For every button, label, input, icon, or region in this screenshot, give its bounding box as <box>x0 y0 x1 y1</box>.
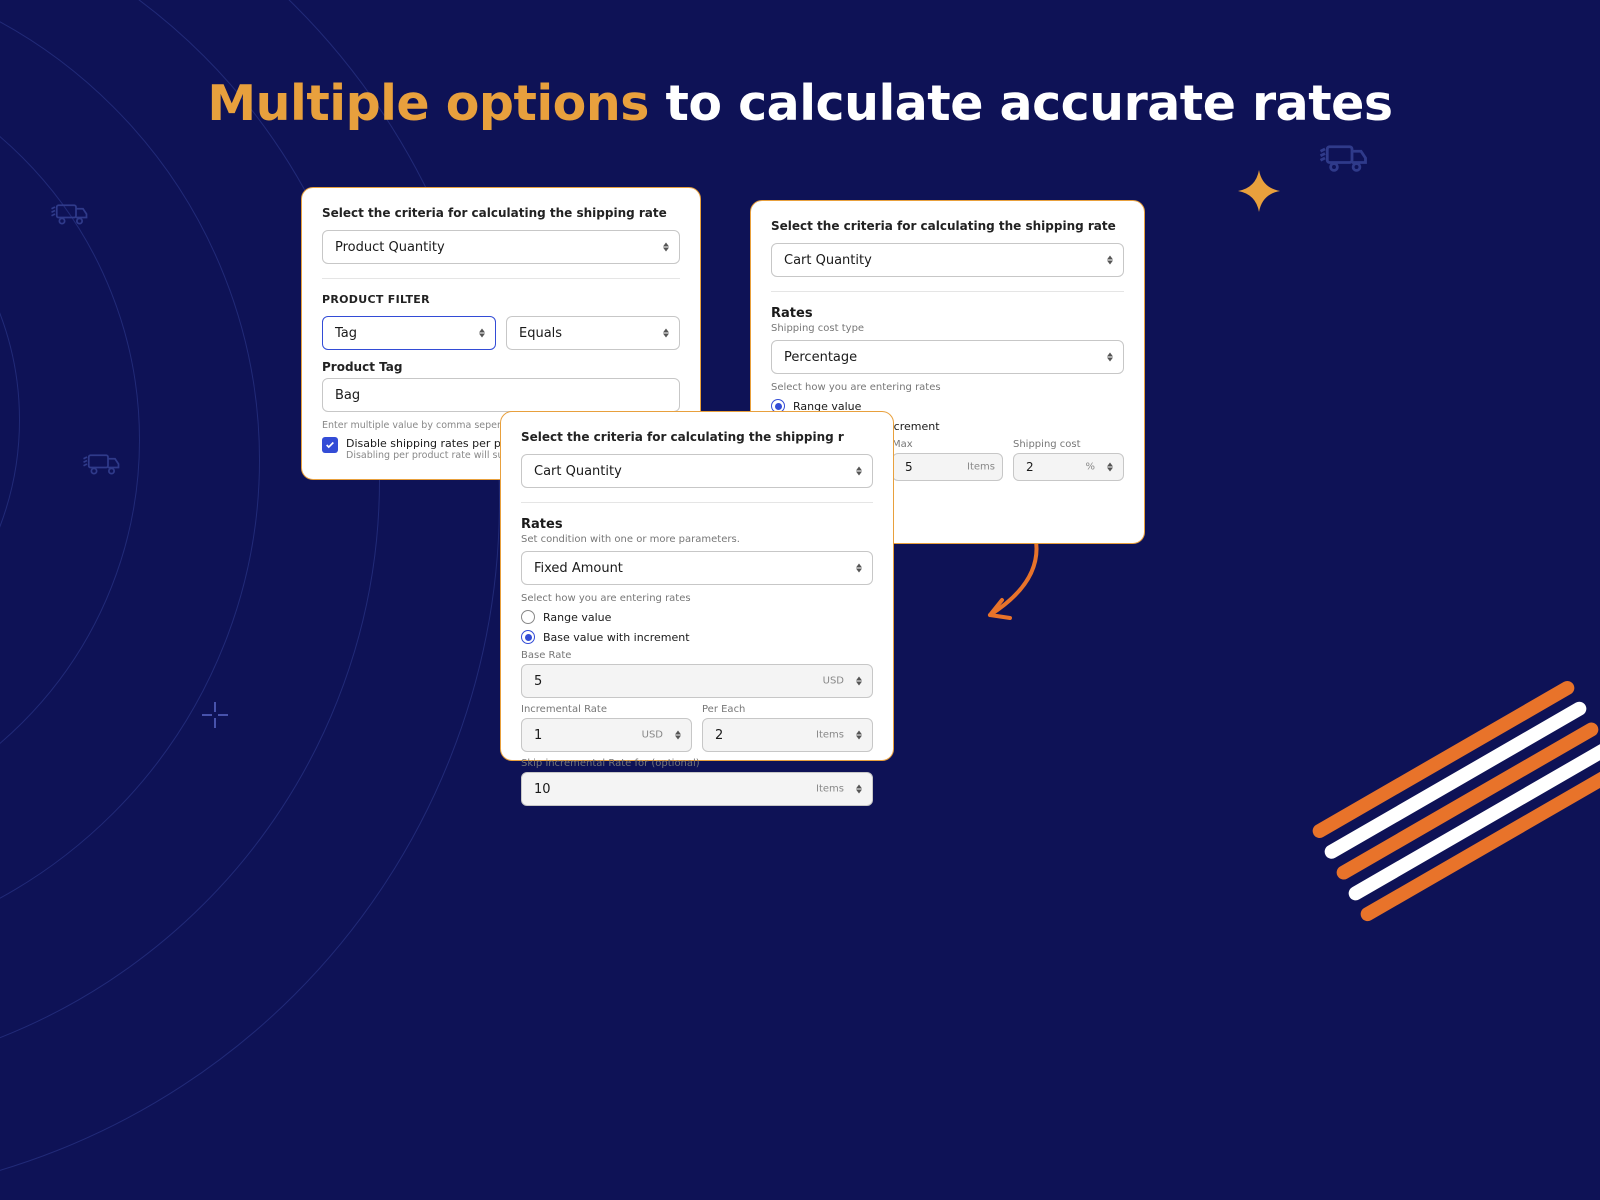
rates-header: Rates <box>521 517 873 532</box>
chevron-icon <box>856 467 862 476</box>
criteria-label: Select the criteria for calculating the … <box>521 430 873 444</box>
sparkle-icon <box>1238 170 1280 212</box>
chevron-icon <box>479 329 485 338</box>
radio-icon <box>521 610 535 624</box>
per-each-input[interactable]: 2Items <box>702 718 873 752</box>
inc-rate-input[interactable]: 1USD <box>521 718 692 752</box>
chevron-icon <box>663 329 669 338</box>
truck-icon <box>80 450 122 478</box>
filter-op-select[interactable]: Equals <box>506 316 680 350</box>
chevron-icon <box>1107 353 1113 362</box>
page-headline: Multiple options to calculate accurate r… <box>0 75 1600 132</box>
arrow-icon <box>970 530 1050 630</box>
skip-label: Skip incremental Rate for (optional) <box>521 758 873 769</box>
chevron-icon <box>856 564 862 573</box>
divider <box>521 502 873 503</box>
skip-input[interactable]: 10Items <box>521 772 873 806</box>
radio-icon <box>521 630 535 644</box>
divider <box>771 291 1124 292</box>
criteria-select[interactable]: Product Quantity <box>322 230 680 264</box>
chevron-icon <box>663 243 669 252</box>
tag-label: Product Tag <box>322 360 680 374</box>
divider <box>322 278 680 279</box>
entry-hint: Select how you are entering rates <box>771 382 1124 393</box>
card-base-increment: Select the criteria for calculating the … <box>500 411 894 761</box>
max-label: Max <box>892 439 1003 450</box>
max-input[interactable]: 5Items <box>892 453 1003 481</box>
rates-hint: Set condition with one or more parameter… <box>521 534 873 545</box>
truck-icon <box>48 200 90 228</box>
radio-range[interactable]: Range value <box>521 610 873 624</box>
headline-accent: Multiple options <box>207 75 649 132</box>
criteria-select[interactable]: Cart Quantity <box>771 243 1124 277</box>
rates-header: Rates <box>771 306 1124 321</box>
radio-base[interactable]: Base value with increment <box>521 630 873 644</box>
filter-attr-select[interactable]: Tag <box>322 316 496 350</box>
chevron-icon <box>856 785 862 794</box>
cost-type-select[interactable]: Fixed Amount <box>521 551 873 585</box>
entry-hint: Select how you are entering rates <box>521 593 873 604</box>
base-label: Base Rate <box>521 650 873 661</box>
chevron-icon <box>856 677 862 686</box>
sc-input[interactable]: 2% <box>1013 453 1124 481</box>
criteria-label: Select the criteria for calculating the … <box>322 206 680 220</box>
headline-rest: to calculate accurate rates <box>649 75 1393 132</box>
cost-type-select[interactable]: Percentage <box>771 340 1124 374</box>
criteria-select[interactable]: Cart Quantity <box>521 454 873 488</box>
chevron-icon <box>675 731 681 740</box>
criteria-label: Select the criteria for calculating the … <box>771 219 1124 233</box>
inc-label: Incremental Rate <box>521 704 692 715</box>
truck-icon <box>1316 140 1370 176</box>
filter-header: PRODUCT FILTER <box>322 293 680 306</box>
disable-checkbox[interactable] <box>322 437 338 453</box>
sc-label: Shipping cost <box>1013 439 1124 450</box>
decor-stripes <box>1310 678 1600 1001</box>
base-rate-input[interactable]: 5USD <box>521 664 873 698</box>
chevron-icon <box>856 731 862 740</box>
cost-hint: Shipping cost type <box>771 323 1124 334</box>
chevron-icon <box>1107 256 1113 265</box>
chevron-icon <box>1107 463 1113 472</box>
per-label: Per Each <box>702 704 873 715</box>
tag-input[interactable]: Bag <box>322 378 680 412</box>
plus-icon <box>200 700 230 730</box>
